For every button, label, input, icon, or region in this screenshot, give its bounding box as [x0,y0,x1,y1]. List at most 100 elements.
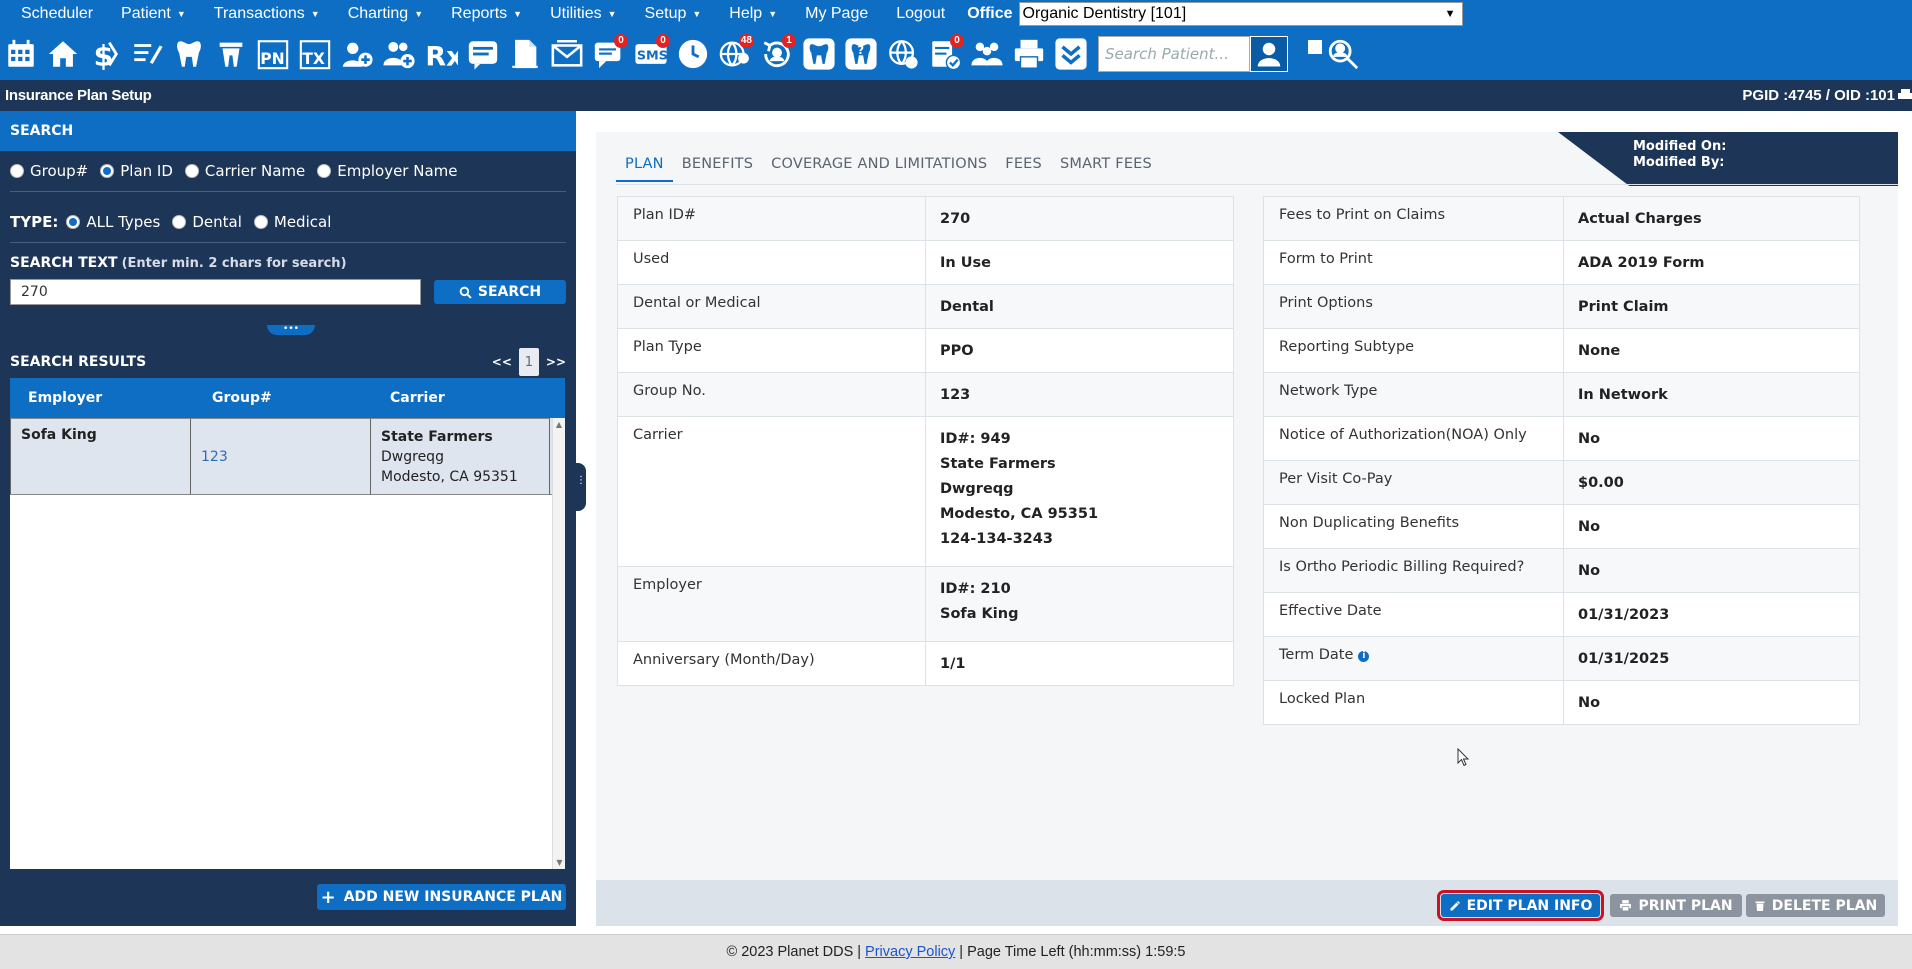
caret-down-icon: ▼ [176,8,186,19]
document-icon[interactable] [506,34,544,74]
plan-field-row: Non Duplicating Benefits No [1264,505,1859,549]
column-employer[interactable]: Employer [10,378,190,418]
radio-button[interactable] [66,215,81,229]
field-label-text: Non Duplicating Benefits [1279,515,1460,531]
tooth-question-icon[interactable]: ? [842,34,880,74]
privacy-policy-link[interactable]: Privacy Policy [865,944,955,960]
radio-button[interactable] [10,164,24,178]
menu-reports[interactable]: Reports ▼ [437,0,536,27]
dollar-icon[interactable]: $ [86,34,124,74]
info-icon[interactable]: i [1358,651,1370,662]
group-cell[interactable]: 123 [190,418,370,494]
radio-button[interactable] [100,164,115,178]
user-icon [1257,42,1281,66]
pager-next[interactable]: >> [546,355,566,369]
radio-button[interactable] [172,215,187,229]
search-by-option[interactable]: Employer Name [317,162,457,180]
search-text-input[interactable]: 270 [10,279,421,305]
pager-page[interactable]: 1 [518,348,539,376]
recall-icon[interactable]: 1 [758,33,796,74]
print-plan-button[interactable]: PRINT PLAN [1610,894,1742,917]
edit-plan-info-button[interactable]: EDIT PLAN INFO [1437,890,1604,921]
notes-icon[interactable] [464,34,502,74]
menu-help[interactable]: Help ▼ [715,0,791,27]
search-by-option[interactable]: Carrier Name [184,162,305,180]
menu-patient[interactable]: Patient ▼ [107,0,200,27]
radio-button[interactable] [317,164,332,178]
group-users-icon[interactable] [968,34,1006,74]
plan-field-row: Plan Type PPO [618,329,1233,373]
tooth-icon[interactable] [800,34,838,74]
column-carrier[interactable]: Carrier [370,378,550,418]
menu-setup[interactable]: Setup ▼ [631,0,716,27]
home-icon[interactable] [44,34,82,74]
field-label: Is Ortho Periodic Billing Required? [1264,549,1564,592]
web-settings-icon[interactable] [884,34,922,74]
type-option[interactable]: Medical [253,213,331,231]
mail-icon[interactable] [548,34,586,74]
menu-label: Setup [644,4,687,22]
tab-coverage-and-limitations[interactable]: COVERAGE AND LIMITATIONS [762,150,996,182]
scroll-down-icon[interactable]: ▼ [553,856,566,869]
search-by-option[interactable]: Group# [10,162,88,180]
search-results-header: SEARCH RESULTS << 1 >> [0,343,576,381]
search-by-option[interactable]: Plan ID [100,162,173,180]
modified-on-label: Modified On: [1633,139,1727,154]
type-option[interactable]: ALL Types [66,213,160,231]
plan-detail-panel: Modified On: Modified By: PLAN BENEFITS CO… [596,132,1898,926]
office-select[interactable]: Organic Dentistry [101] ▼ [1018,1,1463,26]
plan-field-row: Group No. 123 [618,373,1233,417]
tooth-chart-icon[interactable] [170,34,208,74]
results-table-header: Employer Group# Carrier [10,378,565,418]
treatment-plan-icon[interactable]: TX [296,34,334,74]
prescription-icon[interactable]: Rx [422,34,460,74]
tab-fees[interactable]: FEES [996,150,1051,182]
add-patient-icon[interactable] [338,34,376,74]
collapse-search-handle[interactable]: ••• [267,325,315,335]
printer-icon[interactable] [1010,34,1048,74]
field-value-line: 124-134-3243 [940,531,1053,547]
results-scrollbar[interactable]: ▲ ▼ [552,418,565,869]
radio-button[interactable] [184,164,199,178]
menu-charting[interactable]: Charting ▼ [334,0,437,27]
task-list-icon[interactable]: 0 [926,33,964,74]
patient-search-button[interactable] [1250,35,1288,72]
tab-benefits[interactable]: BENEFITS [673,150,762,182]
column-group[interactable]: Group# [190,378,370,418]
globe-users-icon[interactable]: 48 [716,33,754,74]
progress-notes-icon[interactable]: PN [254,34,292,74]
user-search-icon[interactable] [1324,34,1362,74]
tooth-tx-icon[interactable] [212,34,250,74]
add-insurance-plan-button[interactable]: + ADD NEW INSURANCE PLAN [317,884,566,910]
edit-list-icon[interactable] [128,34,166,74]
divider [10,191,566,192]
toolbar-checkbox[interactable] [1308,39,1322,54]
family-add-icon[interactable] [380,34,418,74]
menu-logout[interactable]: Logout [882,0,959,27]
search-button[interactable]: SEARCH [434,280,566,304]
plan-info-table: Plan ID# 270 Used In Use Dental or Medical De… [617,196,1234,686]
print-edge-icon[interactable] [1898,88,1912,102]
patient-search-input[interactable]: Search Patient... [1098,35,1250,72]
download-chevron-icon[interactable] [1052,34,1090,74]
field-value-line: PPO [940,343,974,359]
tab-smart-fees[interactable]: SMART FEES [1051,150,1161,182]
clock-icon[interactable] [674,34,712,74]
splitter-handle[interactable]: ⋮ [576,463,586,511]
table-row[interactable]: Sofa King 123 State Farmers Dwgreqg Mode… [10,418,565,495]
type-option[interactable]: Dental [172,213,242,231]
menu-transactions[interactable]: Transactions ▼ [200,0,334,27]
radio-button[interactable] [253,215,268,229]
search-text-label: SEARCH TEXT (Enter min. 2 chars for searc… [0,255,576,271]
field-label: Form to Print [1264,241,1564,284]
scroll-up-icon[interactable]: ▲ [553,418,565,431]
sms-icon[interactable]: SMS 0 [632,33,670,74]
messages-icon[interactable]: 0 [590,33,628,74]
tab-plan[interactable]: PLAN [616,150,673,182]
calendar-icon[interactable] [2,34,40,74]
menu-scheduler[interactable]: Scheduler [0,0,107,27]
delete-plan-button[interactable]: DELETE PLAN [1746,894,1885,917]
pager-prev[interactable]: << [492,355,512,369]
menu-my-page[interactable]: My Page [791,0,882,27]
menu-utilities[interactable]: Utilities ▼ [536,0,630,27]
